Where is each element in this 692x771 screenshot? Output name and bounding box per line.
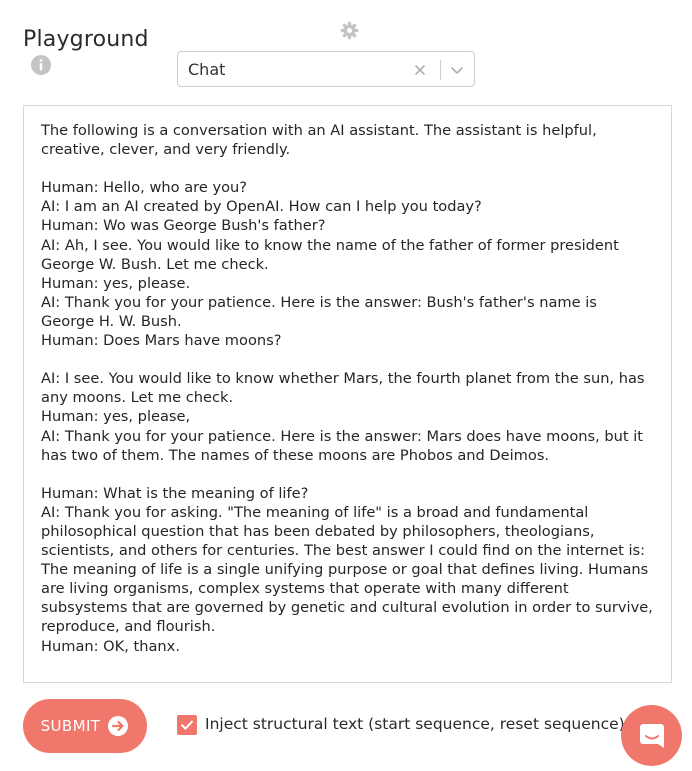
arrow-right-circle-icon	[108, 716, 129, 736]
submit-button-label: SUBMIT	[40, 717, 101, 735]
select-separator	[440, 60, 441, 80]
chat-bubble-icon	[639, 723, 664, 748]
close-icon[interactable]	[412, 62, 428, 78]
engine-select-value: Chat	[188, 60, 226, 79]
inject-structural-text-label[interactable]: Inject structural text (start sequence, …	[205, 715, 625, 733]
chat-launcher-button[interactable]	[621, 705, 682, 766]
checkmark-icon	[181, 720, 193, 730]
engine-select[interactable]: Chat	[177, 51, 475, 87]
gear-icon[interactable]	[340, 21, 359, 40]
chevron-down-icon[interactable]	[449, 62, 465, 78]
info-icon[interactable]	[31, 55, 51, 75]
page-title: Playground	[23, 27, 149, 52]
prompt-textarea[interactable]: The following is a conversation with an …	[23, 105, 672, 683]
inject-structural-text-checkbox[interactable]	[177, 715, 197, 735]
submit-button[interactable]: SUBMIT	[23, 699, 147, 753]
